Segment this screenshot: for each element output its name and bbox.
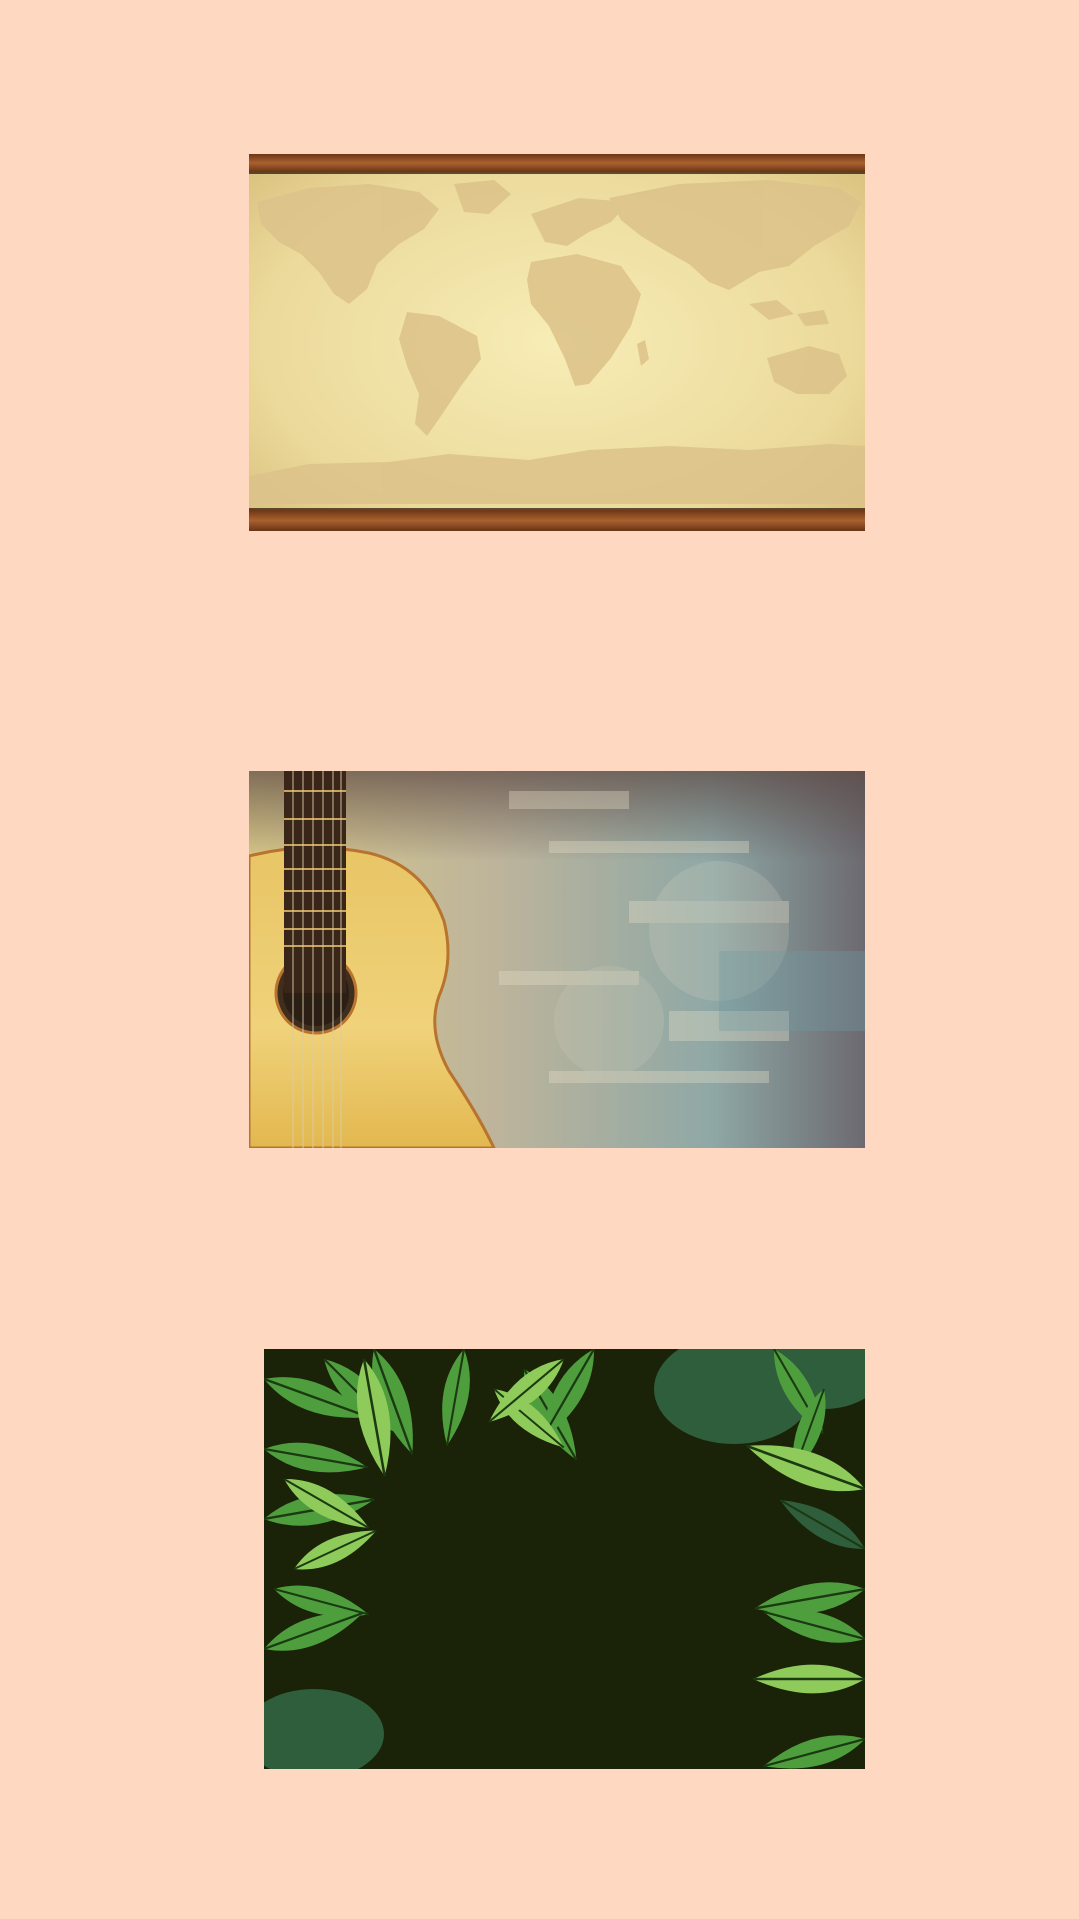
- world-map-image[interactable]: [249, 154, 865, 531]
- world-map-graphic: [249, 154, 865, 531]
- tropical-leaves-graphic: [264, 1349, 865, 1769]
- guitar-graphic: [249, 771, 865, 1148]
- page-background: { "page": { "background_color": "#FFD8C2…: [0, 0, 1079, 1919]
- bottom-roller: [249, 510, 865, 531]
- tropical-leaves-image[interactable]: [264, 1349, 865, 1769]
- guitar-image[interactable]: [249, 771, 865, 1148]
- top-roller: [249, 154, 865, 172]
